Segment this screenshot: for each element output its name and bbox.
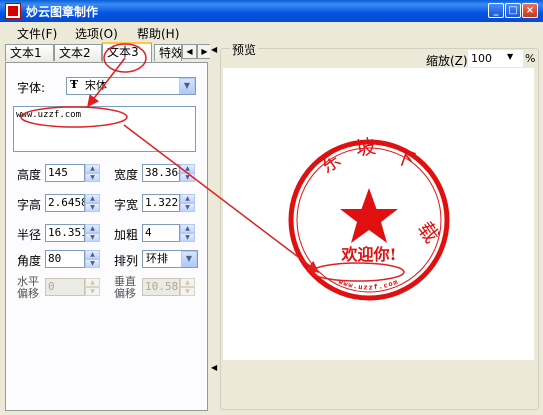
bold-spinner[interactable]: ▲ ▼ [180, 224, 195, 242]
bold-field[interactable]: 4 [142, 224, 180, 242]
tab-effects[interactable]: 特效 [154, 44, 182, 61]
font-dropdown-button[interactable]: ▼ [179, 78, 195, 94]
collapse-left-icon[interactable]: ◀ [211, 44, 218, 56]
height-field[interactable]: 145 [45, 164, 85, 182]
seal-top-char-4: 载 [413, 217, 444, 247]
seal-top-char-1: 东 [315, 147, 345, 178]
tab-text1[interactable]: 文本1 [5, 44, 54, 61]
tab-scroll-left-button[interactable]: ◀ [182, 44, 197, 59]
app-seal-icon[interactable] [5, 3, 21, 19]
font-select[interactable]: 宋体 [66, 77, 196, 95]
height-label: 高度 [17, 168, 42, 182]
menu-bar: 文件(F) 选项(O) 帮助(H) [0, 22, 543, 42]
preview-canvas[interactable]: 东 坡 下 载 欢迎你! www.uzzf.com [223, 68, 514, 360]
zoom-dropdown-icon[interactable]: ▼ [507, 52, 513, 61]
char-height-label: 字高 [17, 198, 42, 212]
vertical-offset-label: 垂直偏移 [114, 275, 136, 300]
font-label: 字体: [17, 81, 46, 95]
tab-text2[interactable]: 文本2 [54, 44, 102, 61]
angle-field[interactable]: 80 [45, 250, 85, 268]
minimize-button[interactable]: _ [488, 3, 504, 18]
seal-center-text: 欢迎你! [340, 245, 396, 264]
seal-top-char-2: 坡 [354, 134, 378, 161]
width-spinner[interactable]: ▲ ▼ [180, 164, 195, 182]
angle-label: 角度 [17, 254, 42, 268]
layout-label: 排列 [114, 254, 139, 268]
layout-value: 环排 [146, 252, 168, 265]
seal-text-value: www.uzzf.com [16, 110, 82, 120]
truetype-font-icon: Ŧ [70, 78, 79, 91]
char-width-spinner[interactable]: ▲ ▼ [180, 194, 195, 212]
menu-options[interactable]: 选项(O) [75, 25, 118, 42]
menu-file[interactable]: 文件(F) [17, 25, 57, 42]
height-spinner[interactable]: ▲ ▼ [85, 164, 100, 182]
title-bar: 妙云图章制作 _ □ × [0, 0, 543, 22]
star-icon [340, 188, 398, 243]
width-field[interactable]: 38.364 [142, 164, 180, 182]
preview-legend: 预览 [230, 41, 259, 58]
zoom-unit: % [525, 52, 536, 65]
vertical-offset-field[interactable]: 10.583 [142, 278, 180, 296]
radius-label: 半径 [17, 228, 42, 242]
horizontal-offset-spinner[interactable]: ▲ ▼ [85, 278, 100, 296]
seal-text-input[interactable]: www.uzzf.com [13, 106, 196, 152]
window-title: 妙云图章制作 [26, 5, 99, 19]
width-label: 宽度 [114, 168, 139, 182]
collapse-left-icon-bottom[interactable]: ◀ [211, 362, 218, 374]
char-height-field[interactable]: 2.6458 [45, 194, 85, 212]
horizontal-offset-label: 水平偏移 [17, 275, 39, 300]
menu-help[interactable]: 帮助(H) [137, 25, 179, 42]
angle-spinner[interactable]: ▲ ▼ [85, 250, 100, 268]
seal-preview: 东 坡 下 载 欢迎你! www.uzzf.com [288, 134, 450, 301]
char-width-field[interactable]: 1.3229 [142, 194, 180, 212]
horizontal-offset-field[interactable]: 0 [45, 278, 85, 296]
char-height-spinner[interactable]: ▲ ▼ [85, 194, 100, 212]
maximize-button[interactable]: □ [505, 3, 521, 18]
close-button[interactable]: × [522, 3, 538, 18]
vertical-offset-spinner[interactable]: ▲ ▼ [180, 278, 195, 296]
radius-field[interactable]: 16.351 [45, 224, 85, 242]
tab-text3[interactable]: 文本3 [102, 42, 152, 62]
font-value: 宋体 [85, 79, 107, 92]
zoom-label: 缩放(Z) [426, 54, 468, 68]
preview-scroll-area [514, 68, 534, 360]
seal-bottom-text: www.uzzf.com [337, 278, 399, 292]
panel-splitter[interactable]: ◀ ◀ [210, 42, 218, 413]
layout-dropdown-button[interactable]: ▼ [181, 251, 197, 267]
zoom-select[interactable]: 100 [468, 50, 523, 67]
char-width-label: 字宽 [114, 198, 139, 212]
radius-spinner[interactable]: ▲ ▼ [85, 224, 100, 242]
bold-label: 加粗 [114, 228, 139, 242]
